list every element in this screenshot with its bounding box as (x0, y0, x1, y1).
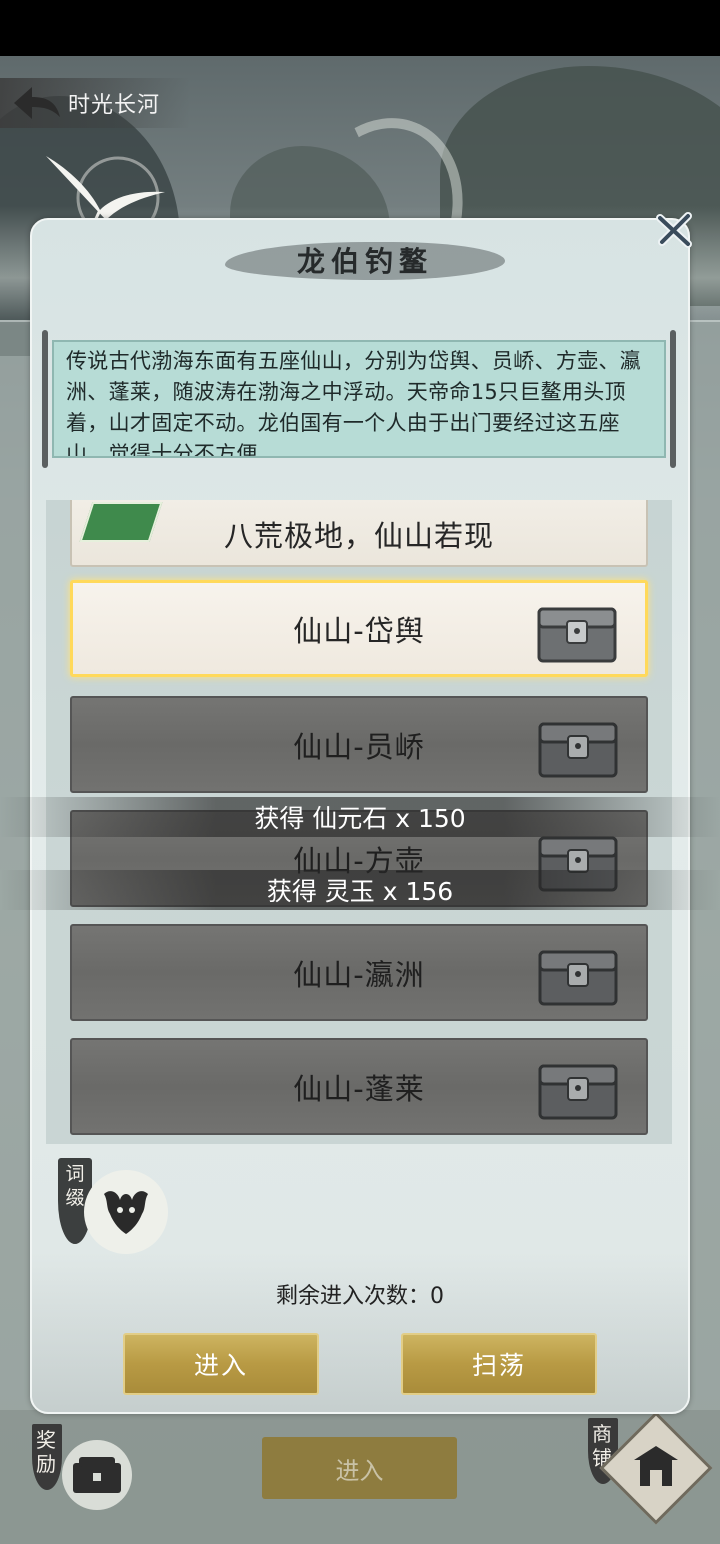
screen-title: 时光长河 (68, 93, 161, 118)
close-icon[interactable] (654, 210, 694, 250)
dialog-title: 龙伯钓鳌 (296, 245, 433, 278)
back-bar[interactable]: 时光长河 (0, 78, 190, 128)
level-item-yingzhou[interactable]: 仙山-瀛洲 (70, 924, 648, 1021)
back-arrow-icon[interactable] (8, 83, 64, 123)
level-group-header[interactable]: 八荒极地，仙山若现 (70, 500, 648, 567)
treasure-chest-icon (538, 950, 618, 1006)
level-name: 仙山-瀛洲 (293, 957, 425, 992)
story-text-box[interactable]: 传说古代渤海东面有五座仙山，分别为岱舆、员峤、方壶、瀛洲、蓬莱，随波涛在渤海之中… (52, 340, 666, 458)
level-name: 仙山-员峤 (293, 729, 425, 764)
level-item-daiyu[interactable]: 仙山-岱舆 (70, 580, 648, 677)
sweep-button[interactable]: 扫荡 (401, 1333, 597, 1395)
treasure-chest-icon (538, 722, 618, 778)
reward-toast: 获得 仙元石 x 150 (0, 797, 720, 837)
scroll-rod (670, 330, 676, 468)
level-item-yuanqiao[interactable]: 仙山-员峤 (70, 696, 648, 793)
level-name: 仙山-岱舆 (293, 613, 425, 648)
reward-chest-icon[interactable] (62, 1440, 132, 1510)
treasure-chest-icon (538, 1064, 618, 1120)
status-bar (0, 0, 720, 56)
affix-icon[interactable] (84, 1170, 168, 1254)
enter-button[interactable]: 进入 (123, 1333, 319, 1395)
reward-tab-label[interactable]: 奖励 (32, 1424, 62, 1490)
scroll-rod (42, 330, 48, 468)
underlying-enter-button[interactable]: 进入 (262, 1437, 457, 1499)
reward-toast: 获得 灵玉 x 156 (0, 870, 720, 910)
remaining-count: 0 (430, 1284, 444, 1309)
dialog-title-banner: 龙伯钓鳌 (225, 232, 505, 288)
close-button[interactable] (652, 208, 696, 252)
remaining-label: 剩余进入次数： (275, 1284, 430, 1309)
story-description: 传说古代渤海东面有五座仙山，分别为岱舆、员峤、方壶、瀛洲、蓬莱，随波涛在渤海之中… (66, 349, 642, 458)
story-scroll: 传说古代渤海东面有五座仙山，分别为岱舆、员峤、方壶、瀛洲、蓬莱，随波涛在渤海之中… (42, 330, 676, 468)
treasure-chest-icon (537, 607, 617, 663)
level-name: 仙山-蓬莱 (293, 1071, 425, 1106)
tag-badge (79, 502, 163, 542)
remaining-entries: 剩余进入次数：0 (0, 1278, 720, 1310)
level-item-penglai[interactable]: 仙山-蓬莱 (70, 1038, 648, 1135)
level-name: 八荒极地，仙山若现 (223, 518, 494, 553)
